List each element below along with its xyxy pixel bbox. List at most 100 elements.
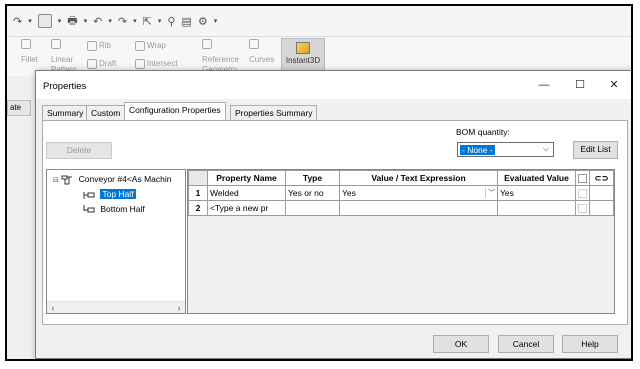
curves-button[interactable]: [249, 39, 261, 49]
save-icon[interactable]: [37, 14, 52, 28]
row-number: 2: [188, 200, 208, 216]
left-panel-tab[interactable]: ate: [7, 100, 31, 116]
tree-item-label: Top Half: [100, 189, 136, 199]
chevron-down-icon[interactable]: ▾: [158, 17, 162, 25]
tab-configuration-properties[interactable]: Configuration Properties: [124, 102, 226, 120]
wrap-icon: [135, 41, 145, 51]
chevron-down-icon[interactable]: ▾: [133, 17, 137, 25]
fillet-label: Fillet: [21, 55, 38, 64]
properties-grid: Property Name Type Value / Text Expressi…: [187, 169, 615, 314]
checkbox[interactable]: [578, 204, 587, 214]
undo-icon[interactable]: ↶: [93, 15, 102, 28]
wrap-label: Wrap: [147, 41, 166, 51]
checkbox[interactable]: [578, 174, 587, 184]
value-text: Yes: [342, 188, 356, 198]
fillet-icon: [21, 39, 31, 49]
chevron-down-icon[interactable]: ▾: [108, 17, 112, 25]
column-header-value[interactable]: Value / Text Expression: [339, 170, 498, 186]
quick-access-toolbar: ↷ ▾ ▾ 🖶 ▾ ↶ ▾ ↷ ▾ ⇱ ▾ ⚲ ▤ ⚙ ▾: [7, 6, 631, 36]
intersect-button[interactable]: Intersect: [135, 59, 178, 69]
chevron-down-icon[interactable]: ▾: [84, 17, 88, 25]
property-name-cell[interactable]: <Type a new pr: [207, 200, 286, 216]
table-header-row: Property Name Type Value / Text Expressi…: [188, 170, 614, 186]
table-row[interactable]: 1 Welded Yes or no Yes ﹀ Yes: [188, 185, 614, 201]
evaluated-value-cell: [497, 200, 576, 216]
redo-icon[interactable]: ↷: [118, 15, 127, 28]
scroll-right-icon[interactable]: ›: [173, 302, 185, 314]
configuration-icon: [61, 175, 73, 185]
bom-quantity-select[interactable]: - None - ⌵: [457, 142, 554, 157]
chevron-down-icon: ⌵: [542, 144, 549, 153]
value-cell[interactable]: Yes ﹀: [339, 185, 498, 201]
edit-list-button[interactable]: Edit List: [573, 141, 618, 159]
checkbox[interactable]: [578, 189, 587, 199]
tree-root-label: Conveyor #4<As Machin: [78, 174, 172, 184]
scroll-left-icon[interactable]: ‹: [47, 302, 59, 314]
delete-button[interactable]: Delete: [46, 142, 112, 159]
column-header-property-name[interactable]: Property Name: [207, 170, 286, 186]
instant3d-button[interactable]: Instant3D: [281, 38, 325, 74]
linear-pattern-icon: [51, 39, 61, 49]
row-link-cell: [589, 185, 614, 201]
table-row[interactable]: 2 <Type a new pr: [188, 200, 614, 216]
row-link-cell: [589, 200, 614, 216]
dialog-titlebar[interactable]: Properties — ☐ ✕: [36, 71, 631, 99]
rib-icon: [87, 41, 97, 51]
rib-button[interactable]: Rib: [87, 41, 111, 51]
maximize-button[interactable]: ☐: [570, 76, 590, 94]
fillet-button[interactable]: [21, 39, 33, 49]
chevron-down-icon[interactable]: ▾: [28, 17, 32, 25]
redo-icon[interactable]: ↷: [13, 15, 22, 28]
column-header-evaluated-value[interactable]: Evaluated Value: [497, 170, 576, 186]
bom-quantity-value: - None -: [460, 145, 495, 155]
value-cell[interactable]: [339, 200, 498, 216]
ok-button[interactable]: OK: [433, 335, 489, 353]
row-checkbox-cell: [575, 200, 590, 216]
instant3d-label: Instant3D: [285, 56, 321, 65]
curves-label: Curves: [249, 55, 275, 64]
configuration-icon: [83, 190, 95, 200]
close-button[interactable]: ✕: [604, 76, 624, 94]
chevron-down-icon[interactable]: ▾: [58, 17, 62, 25]
tree-horizontal-scrollbar[interactable]: ‹ ›: [47, 301, 185, 313]
bom-quantity-label: BOM quantity:: [456, 127, 510, 137]
tab-properties-summary[interactable]: Properties Summary: [230, 105, 318, 120]
column-header-type[interactable]: Type: [285, 170, 340, 186]
minimize-button[interactable]: —: [534, 76, 554, 94]
type-cell[interactable]: Yes or no: [285, 185, 340, 201]
curves-icon: [249, 39, 259, 49]
chevron-down-icon[interactable]: ▾: [214, 17, 218, 25]
tree-item-bottom-half[interactable]: Bottom Half: [83, 204, 145, 217]
linear-pattern-button[interactable]: [51, 39, 63, 49]
link-icon[interactable]: ⊂⊃: [594, 173, 608, 183]
rebuild-icon[interactable]: ⚲: [167, 15, 175, 28]
collapse-icon[interactable]: ⊟: [53, 177, 59, 184]
configuration-icon: [83, 204, 95, 215]
row-checkbox-cell: [575, 185, 590, 201]
cancel-button[interactable]: Cancel: [498, 335, 554, 353]
tab-summary[interactable]: Summary: [42, 105, 89, 120]
draft-button[interactable]: Draft: [87, 59, 116, 69]
column-header-checkbox: [575, 170, 590, 186]
draft-label: Draft: [99, 59, 117, 69]
intersect-icon: [135, 59, 145, 69]
chevron-down-icon[interactable]: ﹀: [485, 188, 495, 198]
tree-root[interactable]: ⊟ Conveyor #4<As Machin: [53, 174, 171, 187]
file-properties-icon[interactable]: ▤: [181, 15, 191, 28]
reference-geometry-icon: [202, 39, 212, 49]
column-header-link: ⊂⊃: [589, 170, 614, 186]
dialog-title: Properties: [43, 81, 87, 92]
type-cell[interactable]: [285, 200, 340, 216]
reference-geometry-button[interactable]: [202, 39, 214, 49]
property-name-cell[interactable]: Welded: [207, 185, 286, 201]
options-gear-icon[interactable]: ⚙: [198, 15, 208, 28]
tree-item-top-half[interactable]: Top Half: [83, 189, 136, 202]
evaluated-value-cell: Yes: [497, 185, 576, 201]
tab-custom[interactable]: Custom: [86, 105, 126, 120]
help-button[interactable]: Help: [562, 335, 618, 353]
print-icon[interactable]: 🖶: [67, 12, 77, 31]
rib-label: Rib: [99, 41, 112, 51]
draft-icon: [87, 59, 97, 69]
wrap-button[interactable]: Wrap: [135, 41, 166, 51]
select-icon[interactable]: ⇱: [143, 15, 152, 28]
